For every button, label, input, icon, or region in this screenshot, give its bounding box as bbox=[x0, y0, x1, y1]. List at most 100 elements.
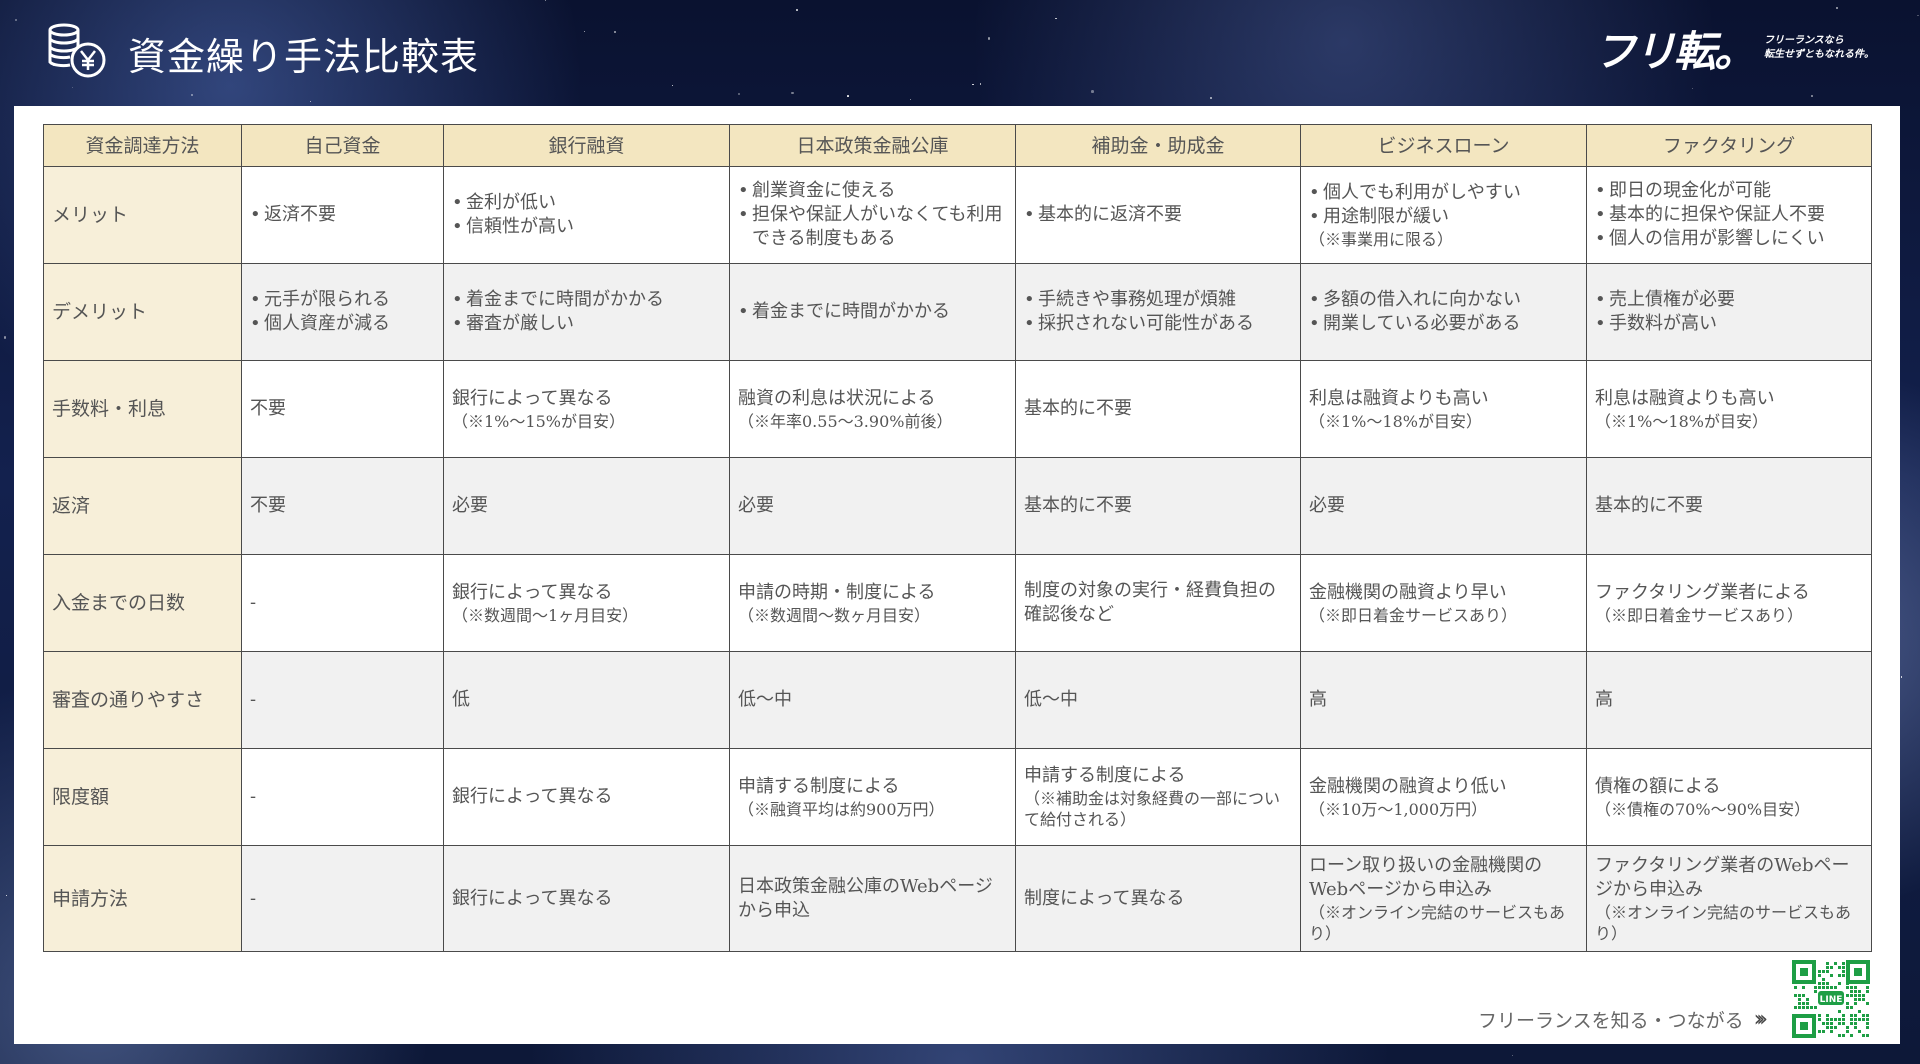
table-cell: 創業資金に使える担保や保証人がいなくても利用できる制度もある bbox=[729, 166, 1016, 264]
page-title: 資金繰り手法比較表 bbox=[128, 35, 480, 79]
column-header: ビジネスローン bbox=[1300, 124, 1587, 167]
table-cell: 個人でも利用がしやすい用途制限が緩い（※事業用に限る） bbox=[1300, 166, 1587, 264]
cell-text: - bbox=[250, 689, 257, 710]
qr-code-icon[interactable]: LINE bbox=[1792, 960, 1870, 1038]
table-cell: 申請する制度による （※融資平均は約900万円） bbox=[729, 748, 1016, 846]
bullet-item: 手数料が高い bbox=[1595, 312, 1863, 336]
bullet-item: 基本的に返済不要 bbox=[1024, 203, 1292, 227]
bullet-item: 手続きや事務処理が煩雑 bbox=[1024, 288, 1292, 312]
row-label: デメリット bbox=[43, 263, 242, 361]
cell-note: （※オンライン完結のサービスもあり） bbox=[1309, 902, 1566, 943]
cell-text: 日本政策金融公庫のWebページから申込 bbox=[738, 875, 993, 921]
brand-logo[interactable]: フリ転。 フリーランスなら 転生せずともなれる件。 bbox=[1594, 22, 1874, 76]
cell-note: （※債権の70%～90%目安） bbox=[1595, 799, 1811, 819]
table-cell: 銀行によって異なる （※数週間～1ヶ月目安） bbox=[443, 554, 730, 652]
table-cell: 日本政策金融公庫のWebページから申込 bbox=[729, 845, 1016, 952]
cell-text: 銀行によって異なる bbox=[452, 786, 613, 807]
cell-text: 必要 bbox=[1309, 495, 1345, 516]
bullet-item: 多額の借入れに向かない bbox=[1309, 288, 1578, 312]
table-cell: 不要 bbox=[241, 360, 444, 458]
cell-note: （※補助金は対象経費の一部について給付される） bbox=[1024, 789, 1281, 829]
table-cell: 低 bbox=[443, 651, 730, 749]
table-cell: 必要 bbox=[729, 457, 1016, 555]
cell-text: 申請する制度による bbox=[738, 775, 900, 797]
bullet-item: 信頼性が高い bbox=[452, 215, 721, 239]
cell-note: （※1%～18%が目安） bbox=[1595, 411, 1768, 431]
cell-text: 銀行によって異なる bbox=[452, 387, 613, 409]
star bbox=[1511, 1054, 1513, 1056]
row-label: 限度額 bbox=[43, 748, 242, 846]
bullet-item: 着金までに時間がかかる bbox=[738, 300, 1007, 324]
table-cell: 不要 bbox=[241, 457, 444, 555]
table-cell: 債権の額による （※債権の70%～90%目安） bbox=[1586, 748, 1872, 846]
row-label: 手数料・利息 bbox=[43, 360, 242, 458]
footer-link-text: フリーランスを知る・つながる bbox=[1477, 1010, 1744, 1032]
cell-text: 低 bbox=[452, 689, 470, 710]
cell-note: （※オンライン完結のサービスもあり） bbox=[1595, 902, 1852, 943]
table-cell: 制度の対象の実行・経費負担の確認後など bbox=[1015, 554, 1301, 652]
bullet-item: 元手が限られる bbox=[250, 288, 435, 312]
cell-text: 金融機関の融資より早い bbox=[1309, 581, 1507, 603]
star bbox=[5, 895, 7, 897]
table-cell: 売上債権が必要手数料が高い bbox=[1586, 263, 1872, 361]
row-label: 入金までの日数 bbox=[43, 554, 242, 652]
table-corner-header: 資金調達方法 bbox=[43, 124, 242, 167]
bullet-item: 採択されない可能性がある bbox=[1024, 312, 1292, 336]
table-cell: 即日の現金化が可能基本的に担保や保証人不要個人の信用が影響しにくい bbox=[1586, 166, 1872, 264]
cell-text: 不要 bbox=[250, 398, 286, 419]
table-cell: 元手が限られる個人資産が減る bbox=[241, 263, 444, 361]
cell-text: 制度によって異なる bbox=[1024, 887, 1185, 909]
table-cell: 銀行によって異なる bbox=[443, 845, 730, 952]
table-cell: 高 bbox=[1300, 651, 1587, 749]
cell-text: 基本的に不要 bbox=[1024, 495, 1132, 516]
column-header: 銀行融資 bbox=[443, 124, 730, 167]
table-cell: 銀行によって異なる bbox=[443, 748, 730, 846]
table-cell: 金利が低い信頼性が高い bbox=[443, 166, 730, 264]
cell-text: 必要 bbox=[452, 495, 488, 516]
table-cell: 利息は融資よりも高い （※1%～18%が目安） bbox=[1586, 360, 1872, 458]
table-cell: 申請の時期・制度による （※数週間～数ヶ月目安） bbox=[729, 554, 1016, 652]
table-cell: 基本的に不要 bbox=[1015, 457, 1301, 555]
bullet-item: 用途制限が緩い bbox=[1309, 205, 1578, 229]
cell-text: ファクタリング業者のWebページから申込み bbox=[1595, 854, 1850, 900]
bullet-item: 着金までに時間がかかる bbox=[452, 288, 721, 312]
bullet-item: 個人でも利用がしやすい bbox=[1309, 181, 1578, 205]
bullet-item: 返済不要 bbox=[250, 203, 435, 227]
table-cell: 基本的に不要 bbox=[1586, 457, 1872, 555]
column-header: ファクタリング bbox=[1586, 124, 1872, 167]
table-cell: - bbox=[241, 651, 444, 749]
table-cell: 制度によって異なる bbox=[1015, 845, 1301, 952]
table-row: メリット返済不要金利が低い信頼性が高い創業資金に使える担保や保証人がいなくても利… bbox=[43, 166, 1872, 264]
cell-note: （※即日着金サービスあり） bbox=[1595, 605, 1804, 625]
table-cell: 着金までに時間がかかる審査が厳しい bbox=[443, 263, 730, 361]
cell-text: 低～中 bbox=[738, 689, 792, 710]
bullet-item: 担保や保証人がいなくても利用できる制度もある bbox=[738, 203, 1007, 251]
table-cell: ファクタリング業者のWebページから申込み （※オンライン完結のサービスもあり） bbox=[1586, 845, 1872, 952]
cell-text: 金融機関の融資より低い bbox=[1309, 775, 1507, 797]
table-row: 返済 不要 必要 必要 基本的に不要 必要 基本的に不要 bbox=[43, 457, 1872, 555]
footer-link[interactable]: フリーランスを知る・つながる ››› bbox=[1477, 1006, 1768, 1033]
column-header: 日本政策金融公庫 bbox=[729, 124, 1016, 167]
table-cell: - bbox=[241, 554, 444, 652]
table-row: 限度額 - 銀行によって異なる 申請する制度による （※融資平均は約900万円） 申請する… bbox=[43, 748, 1872, 846]
cell-text: - bbox=[250, 887, 257, 909]
cell-text: ローン取り扱いの金融機関のWebページから申込み bbox=[1309, 854, 1543, 900]
table-cell: 必要 bbox=[1300, 457, 1587, 555]
star bbox=[3, 335, 7, 339]
cell-text: 基本的に不要 bbox=[1595, 495, 1703, 516]
cell-text: 債権の額による bbox=[1595, 775, 1721, 797]
cell-text: 低～中 bbox=[1024, 689, 1078, 710]
cell-text: 高 bbox=[1309, 689, 1327, 710]
cell-text: ファクタリング業者による bbox=[1595, 581, 1810, 603]
qr-label: LINE bbox=[1820, 995, 1843, 1005]
star bbox=[1900, 675, 1903, 678]
content-panel: 資金調達方法 自己資金 銀行融資 日本政策金融公庫 補助金・助成金 ビジネスローン ファク… bbox=[14, 106, 1900, 1044]
table-row: 入金までの日数 - 銀行によって異なる （※数週間～1ヶ月目安） 申請の時期・制度による… bbox=[43, 554, 1872, 652]
brand-tagline: フリーランスなら 転生せずともなれる件。 bbox=[1764, 35, 1874, 60]
coins-yen-icon bbox=[48, 23, 106, 78]
table-cell: 申請する制度による （※補助金は対象経費の一部について給付される） bbox=[1015, 748, 1301, 846]
cell-text: 利息は融資よりも高い bbox=[1595, 387, 1775, 409]
cell-note: （※融資平均は約900万円） bbox=[738, 799, 945, 819]
comparison-table: 資金調達方法 自己資金 銀行融資 日本政策金融公庫 補助金・助成金 ビジネスローン ファク… bbox=[43, 124, 1872, 952]
cell-text: 基本的に不要 bbox=[1024, 398, 1132, 419]
